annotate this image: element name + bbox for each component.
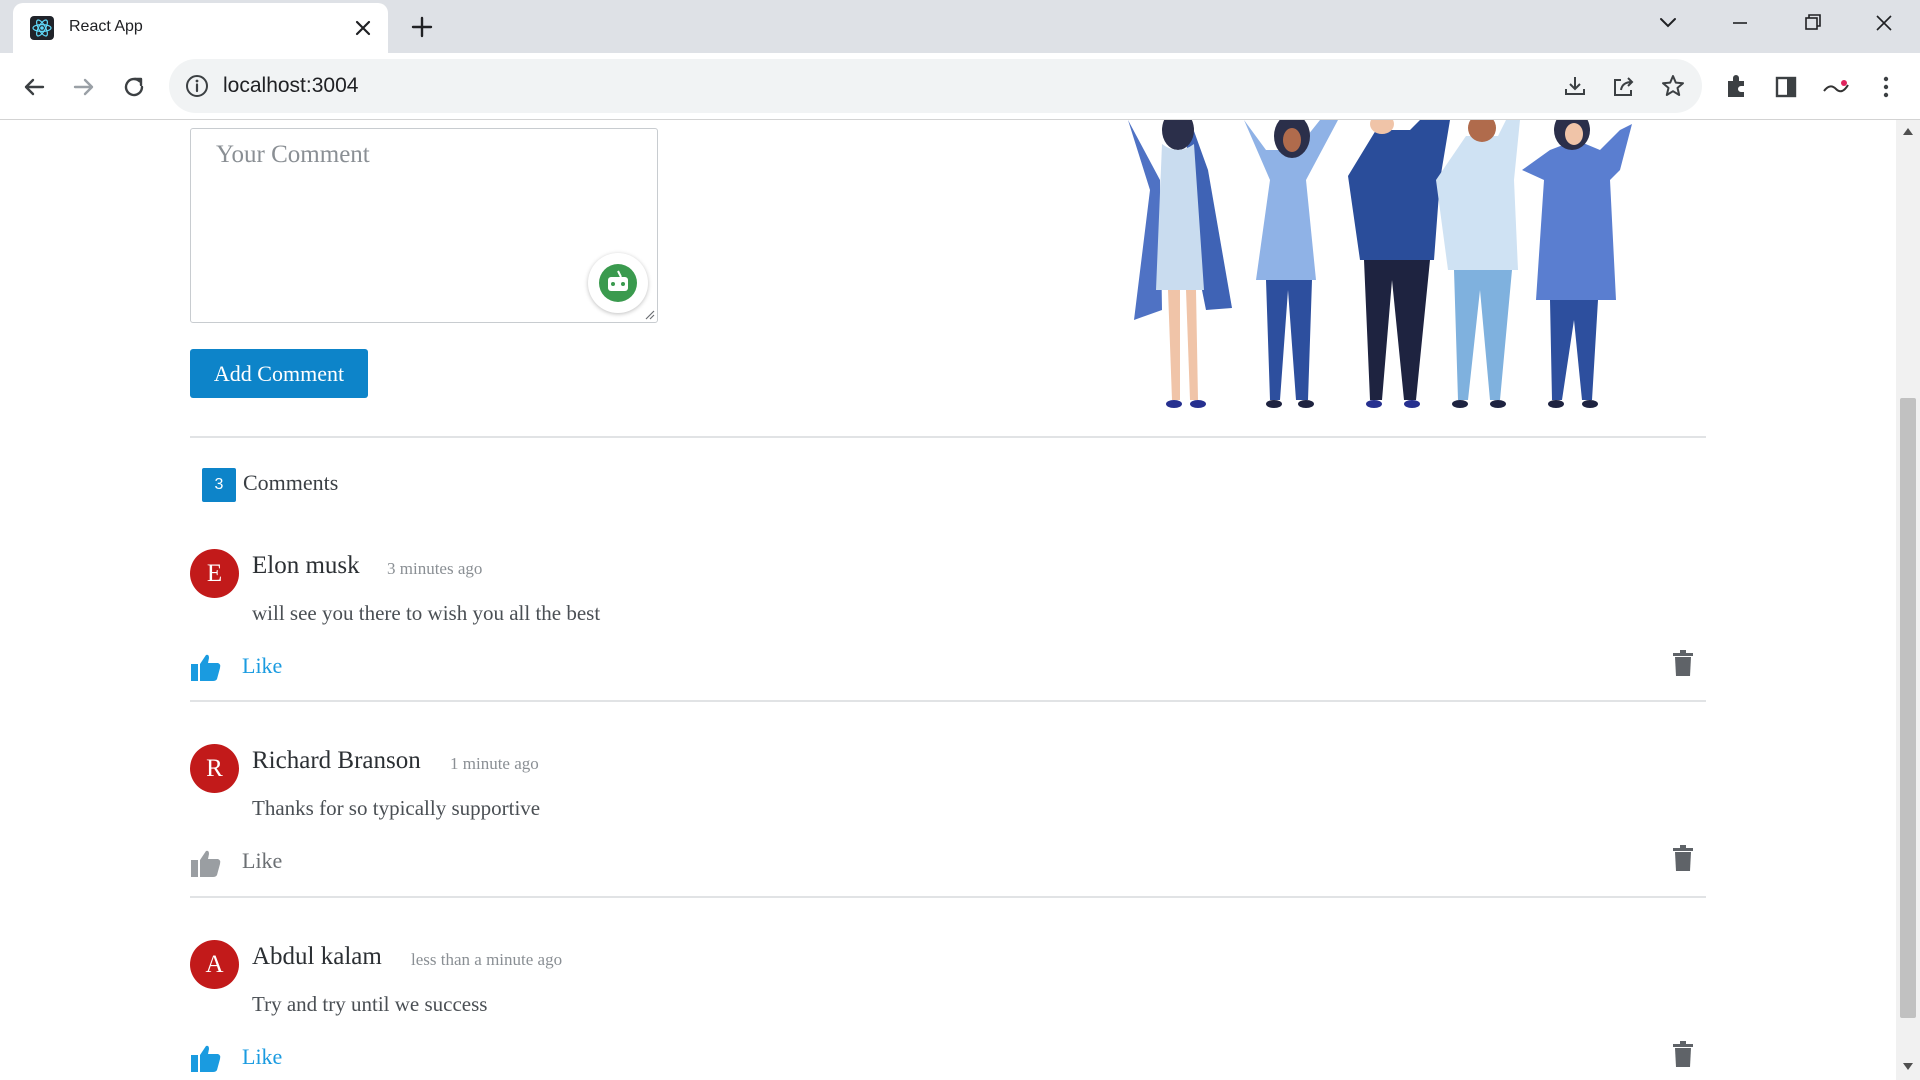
- comment-count-badge: 3: [202, 468, 236, 502]
- like-button[interactable]: Like: [242, 848, 282, 874]
- page-content: Your Comment Add Comment 3 Comments E El…: [0, 120, 1896, 1080]
- comment-author: Richard Branson: [252, 747, 421, 774]
- avatar: E: [190, 549, 239, 598]
- grammarly-icon: [599, 264, 637, 302]
- divider: [190, 436, 1706, 438]
- comment-item: E Elon musk 3 minutes ago will see you t…: [190, 549, 1706, 719]
- bookmark-star-icon[interactable]: [1658, 71, 1688, 101]
- avatar: R: [190, 744, 239, 793]
- scroll-up-arrow-icon[interactable]: [1902, 126, 1914, 136]
- reload-icon[interactable]: [118, 71, 150, 103]
- back-arrow-icon[interactable]: [18, 71, 50, 103]
- tab-title: React App: [69, 18, 143, 35]
- extensions-puzzle-icon[interactable]: [1720, 71, 1752, 103]
- comment-text: will see you there to wish you all the b…: [252, 601, 601, 625]
- forward-arrow-icon[interactable]: [68, 71, 100, 103]
- thumbs-up-icon[interactable]: [190, 651, 222, 683]
- comment-text: Try and try until we success: [252, 992, 488, 1016]
- scrollbar-thumb[interactable]: [1900, 398, 1916, 1018]
- share-icon[interactable]: [1609, 71, 1639, 101]
- divider: [190, 896, 1706, 898]
- new-tab-icon[interactable]: [408, 13, 436, 41]
- comment-item: A Abdul kalam less than a minute ago Try…: [190, 940, 1706, 1080]
- close-window-icon[interactable]: [1862, 8, 1906, 38]
- install-app-icon[interactable]: [1560, 71, 1590, 101]
- browser-tab-strip: React App: [0, 0, 1920, 53]
- comment-time: 1 minute ago: [450, 754, 539, 773]
- address-bar[interactable]: localhost:3004: [169, 59, 1702, 113]
- add-comment-button[interactable]: Add Comment: [190, 349, 368, 398]
- profile-avatar-icon[interactable]: [1820, 71, 1852, 103]
- vertical-scrollbar[interactable]: [1896, 120, 1920, 1080]
- comments-heading: Comments: [243, 470, 339, 495]
- people-illustration: [1128, 120, 1632, 408]
- browser-toolbar: localhost:3004: [0, 53, 1920, 120]
- side-panel-icon[interactable]: [1770, 71, 1802, 103]
- comment-text: Thanks for so typically supportive: [252, 796, 541, 820]
- trash-icon[interactable]: [1672, 649, 1694, 677]
- minimize-icon[interactable]: [1718, 8, 1762, 38]
- comment-item: R Richard Branson 1 minute ago Thanks fo…: [190, 744, 1706, 914]
- resize-handle-icon[interactable]: [643, 308, 655, 320]
- comment-placeholder: Your Comment: [216, 141, 370, 168]
- comment-author: Abdul kalam: [252, 943, 382, 970]
- divider: [190, 700, 1706, 702]
- restore-icon[interactable]: [1790, 8, 1834, 38]
- comment-author: Elon musk: [252, 552, 360, 579]
- like-button[interactable]: Like: [242, 653, 282, 679]
- react-logo-icon: [30, 16, 54, 40]
- thumbs-up-icon[interactable]: [190, 1042, 222, 1074]
- tab-search-icon[interactable]: [1646, 8, 1690, 38]
- url-text[interactable]: localhost:3004: [223, 74, 358, 98]
- scroll-down-arrow-icon[interactable]: [1902, 1062, 1914, 1072]
- grammarly-button[interactable]: [588, 253, 648, 313]
- comment-time: less than a minute ago: [411, 950, 563, 969]
- info-icon[interactable]: [183, 72, 211, 100]
- trash-icon[interactable]: [1672, 1040, 1694, 1068]
- avatar: A: [190, 940, 239, 989]
- chrome-menu-icon[interactable]: [1870, 71, 1902, 103]
- trash-icon[interactable]: [1672, 844, 1694, 872]
- comment-time: 3 minutes ago: [387, 559, 483, 578]
- thumbs-up-icon[interactable]: [190, 847, 222, 879]
- close-tab-icon[interactable]: [350, 15, 376, 41]
- like-button[interactable]: Like: [242, 1044, 282, 1070]
- browser-tab[interactable]: React App: [13, 3, 388, 53]
- comment-textarea[interactable]: Your Comment: [190, 128, 658, 323]
